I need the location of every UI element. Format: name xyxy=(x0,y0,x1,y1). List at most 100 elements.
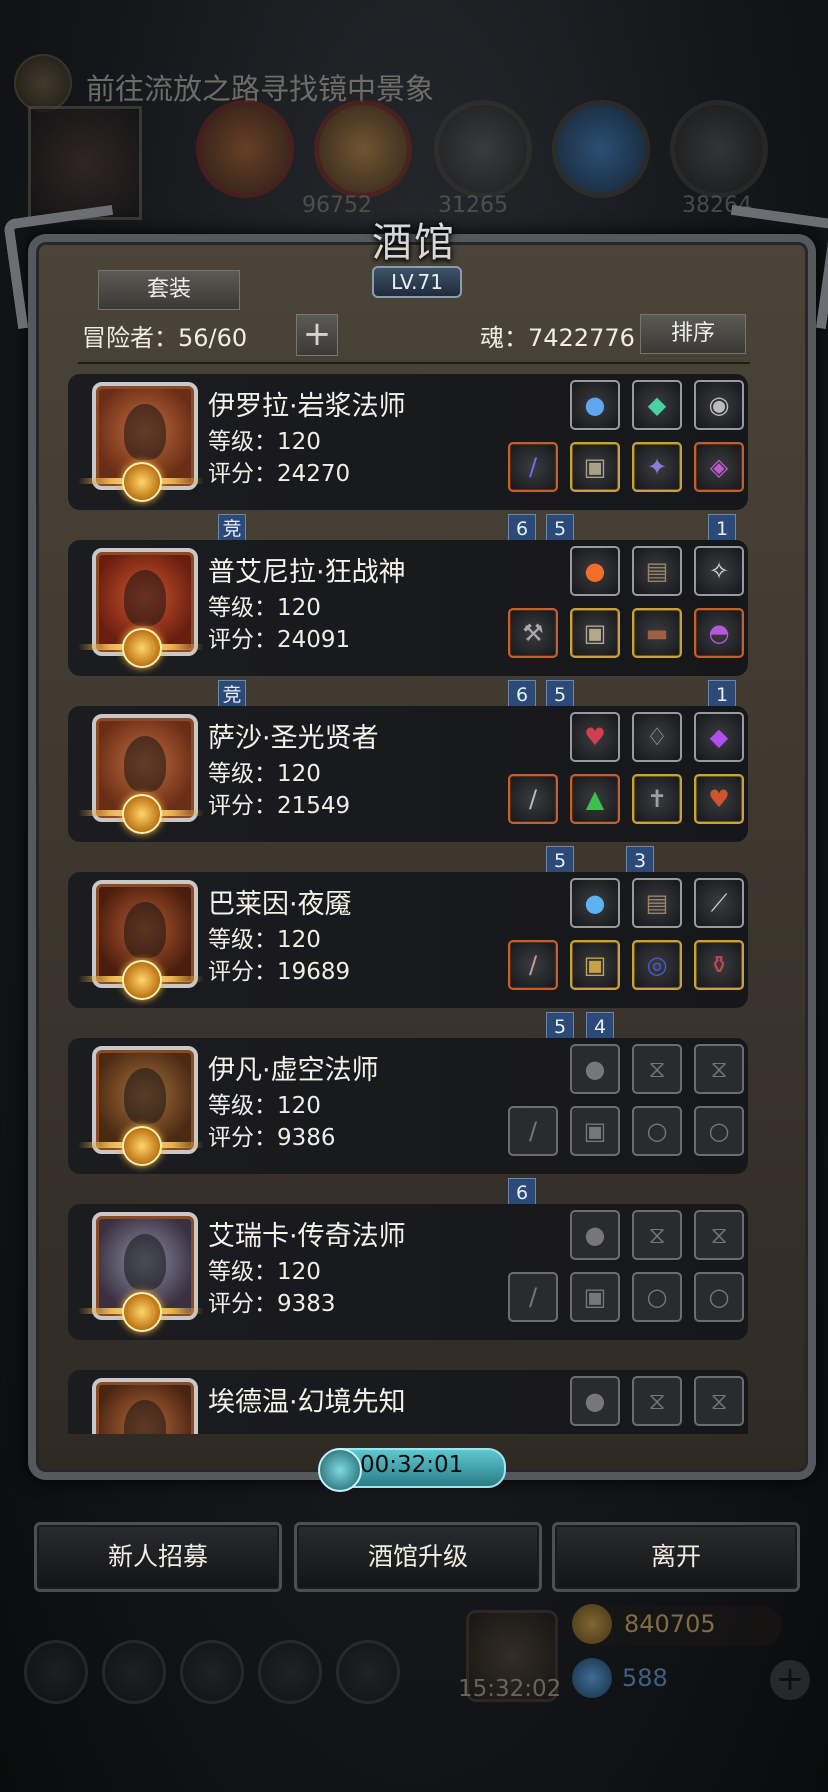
sort-button[interactable]: 排序 xyxy=(640,314,746,354)
crystal-icon[interactable] xyxy=(552,100,650,198)
bracer-icon[interactable]: ◎ xyxy=(632,940,682,990)
crystal-icon[interactable]: ◆ xyxy=(694,712,744,762)
empty-rune-slot-icon[interactable]: ⧖ xyxy=(694,1044,744,1094)
refresh-icon[interactable] xyxy=(318,1448,362,1492)
hero-level: 等级：120 xyxy=(208,595,321,621)
cloak-icon[interactable]: ▲ xyxy=(570,774,620,824)
empty-rune-slot-icon[interactable]: ⧖ xyxy=(632,1210,682,1260)
hero-score: 评分：9383 xyxy=(208,1291,336,1317)
hero-card[interactable]: 普艾尼拉·狂战神 等级：120 评分：24091 ● ▤ ✧ ⚒ ▣ ▬ ◓ xyxy=(68,540,748,676)
rank-emblem-icon xyxy=(122,960,162,1000)
armor-icon[interactable]: ▣ xyxy=(570,940,620,990)
rank-emblem-icon xyxy=(122,1126,162,1166)
tavern-level-badge: LV.71 xyxy=(372,266,462,298)
gauntlet-icon[interactable]: ▤ xyxy=(632,878,682,928)
mask-icon[interactable]: ◉ xyxy=(694,380,744,430)
hero-score: 评分：24270 xyxy=(208,461,351,487)
axe-icon[interactable]: ⚒ xyxy=(508,608,558,658)
stone-icon[interactable] xyxy=(670,100,768,198)
leave-button[interactable]: 离开 xyxy=(552,1522,800,1592)
pendant-icon[interactable]: ♢ xyxy=(632,712,682,762)
empty-weapon-slot-icon[interactable]: / xyxy=(508,1106,558,1156)
helmet-icon[interactable]: ◓ xyxy=(694,608,744,658)
hero-list[interactable]: 伊罗拉·岩浆法师 等级：120 评分：24270 ● ◆ ◉ / ▣ ✦ ◈ 竞… xyxy=(68,370,764,1434)
empty-ring-slot-icon[interactable]: ○ xyxy=(632,1272,682,1322)
scroll-icon[interactable] xyxy=(14,54,72,112)
star-icon[interactable] xyxy=(102,1640,166,1704)
empty-orb-slot-icon[interactable]: ● xyxy=(570,1044,620,1094)
hero-name: 伊罗拉·岩浆法师 xyxy=(208,391,406,422)
empty-weapon-slot-icon[interactable]: / xyxy=(508,1272,558,1322)
rune-icon[interactable]: ✧ xyxy=(694,546,744,596)
rank-emblem-icon xyxy=(122,794,162,834)
potion-icon[interactable]: ⚱ xyxy=(694,940,744,990)
empty-rune-slot-icon[interactable]: ⧖ xyxy=(694,1210,744,1260)
hero-card[interactable]: 萨沙·圣光贤者 等级：120 评分：21549 ♥ ♢ ◆ / ▲ ✝ ♥ xyxy=(68,706,748,842)
ore-icon[interactable] xyxy=(196,100,294,198)
hero-card[interactable]: 艾瑞卡·传奇法师 等级：120 评分：9383 ● ⧖ ⧖ / ▣ ○ ○ xyxy=(68,1204,748,1340)
empty-ring-slot-icon[interactable]: ○ xyxy=(632,1106,682,1156)
shop-icon[interactable] xyxy=(336,1640,400,1704)
gauntlet-icon[interactable]: ▤ xyxy=(632,546,682,596)
scepter-icon[interactable]: / xyxy=(508,774,558,824)
adventurer-count: 冒险者：56/60 xyxy=(82,324,248,352)
settings-icon[interactable] xyxy=(24,1640,88,1704)
staff-icon[interactable]: / xyxy=(508,442,558,492)
charm-icon[interactable]: ♥ xyxy=(694,774,744,824)
tavern-panel: 酒馆 LV.71 套装 冒险者：56/60 + 魂：7422776 排序 伊罗拉… xyxy=(28,210,816,1480)
empty-orb-slot-icon[interactable]: ● xyxy=(570,1210,620,1260)
hero-card[interactable]: 巴莱因·夜魇 等级：120 评分：19689 ● ▤ ⟋ / ▣ ◎ ⚱ xyxy=(68,872,748,1008)
hero-portrait[interactable] xyxy=(92,1378,198,1434)
armor-icon[interactable]: ▣ xyxy=(570,442,620,492)
empty-armor-slot-icon[interactable]: ▣ xyxy=(570,1272,620,1322)
spear-icon[interactable]: / xyxy=(508,940,558,990)
hero-card[interactable]: 伊罗拉·岩浆法师 等级：120 评分：24270 ● ◆ ◉ / ▣ ✦ ◈ xyxy=(68,374,748,510)
empty-orb-slot-icon[interactable]: ● xyxy=(570,1376,620,1426)
hero-card[interactable]: 伊凡·虚空法师 等级：120 评分：9386 ● ⧖ ⧖ / ▣ ○ ○ xyxy=(68,1038,748,1174)
rank-emblem-icon xyxy=(122,628,162,668)
iron-icon[interactable] xyxy=(434,100,532,198)
resource-row: 96752 31265 38264 xyxy=(190,100,790,218)
gift-timer: 15:32:02 xyxy=(458,1676,562,1702)
wood-icon[interactable] xyxy=(314,100,412,198)
hero-card[interactable]: 埃德温·幻境先知 ● ⧖ ⧖ xyxy=(68,1370,748,1434)
mail-icon[interactable] xyxy=(258,1640,322,1704)
empty-rune-slot-icon[interactable]: ⧖ xyxy=(694,1376,744,1426)
empty-ring-slot-icon[interactable]: ○ xyxy=(694,1272,744,1322)
hero-score: 评分：9386 xyxy=(208,1125,336,1151)
empty-armor-slot-icon[interactable]: ▣ xyxy=(570,1106,620,1156)
gem-icon[interactable]: ◆ xyxy=(632,380,682,430)
hero-name: 巴莱因·夜魇 xyxy=(208,889,352,920)
cross-icon[interactable]: ✝ xyxy=(632,774,682,824)
hero-score: 评分：24091 xyxy=(208,627,351,653)
orb-icon[interactable]: ● xyxy=(570,380,620,430)
hero-level: 等级：120 xyxy=(208,1259,321,1285)
gold-amount: 840705 xyxy=(624,1610,716,1638)
add-slot-button[interactable]: + xyxy=(296,314,338,356)
upgrade-tavern-button[interactable]: 酒馆升级 xyxy=(294,1522,542,1592)
dagger-icon[interactable]: ⟋ xyxy=(694,878,744,928)
hero-level: 等级：120 xyxy=(208,761,321,787)
fire-orb-icon[interactable]: ● xyxy=(570,546,620,596)
gem-icon xyxy=(572,1658,612,1698)
gate-icon[interactable] xyxy=(180,1640,244,1704)
suit-button[interactable]: 套装 xyxy=(98,270,240,310)
amulet-icon[interactable]: ✦ xyxy=(632,442,682,492)
empty-ring-slot-icon[interactable]: ○ xyxy=(694,1106,744,1156)
recruit-button[interactable]: 新人招募 xyxy=(34,1522,282,1592)
empty-rune-slot-icon[interactable]: ⧖ xyxy=(632,1376,682,1426)
armor-icon[interactable]: ▣ xyxy=(570,608,620,658)
frost-orb-icon[interactable]: ● xyxy=(570,878,620,928)
belt-icon[interactable]: ▬ xyxy=(632,608,682,658)
player-avatar[interactable] xyxy=(28,106,142,220)
hero-name: 普艾尼拉·狂战神 xyxy=(208,557,406,588)
hero-level: 等级：120 xyxy=(208,1093,321,1119)
gold-coin-icon xyxy=(572,1604,612,1644)
empty-rune-slot-icon[interactable]: ⧖ xyxy=(632,1044,682,1094)
hero-level: 等级：120 xyxy=(208,429,321,455)
add-currency-icon[interactable]: + xyxy=(770,1660,810,1700)
heart-orb-icon[interactable]: ♥ xyxy=(570,712,620,762)
necklace-icon[interactable]: ◈ xyxy=(694,442,744,492)
divider xyxy=(78,362,750,364)
rank-emblem-icon xyxy=(122,462,162,502)
